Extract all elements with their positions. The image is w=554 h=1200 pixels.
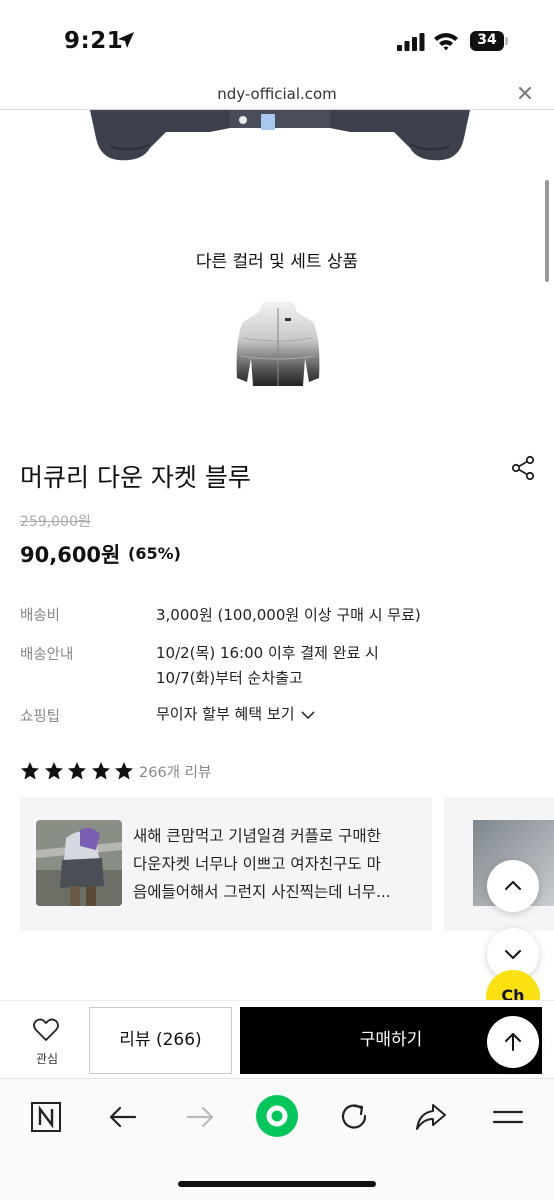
- naver-green-dot-icon[interactable]: [255, 1094, 299, 1138]
- product-title: 머큐리 다운 자켓 블루: [20, 463, 251, 492]
- url-text[interactable]: ndy-official.com: [0, 85, 554, 103]
- status-time: 9:21: [64, 28, 124, 54]
- installment-benefit-link[interactable]: 무이자 할부 혜택 보기: [156, 703, 315, 724]
- review-text: 새해 큰맘먹고 기념일겸 커플로 구매한 다운자켓 너무나 이쁘고 여자친구도 …: [133, 822, 425, 906]
- like-label[interactable]: 관심: [24, 1050, 70, 1067]
- scroll-to-top-button[interactable]: [487, 1016, 539, 1068]
- chevron-down-icon: [300, 710, 315, 719]
- refresh-icon[interactable]: [336, 1099, 372, 1135]
- installment-benefit-text: 무이자 할부 혜택 보기: [156, 705, 295, 723]
- scroll-up-button[interactable]: [487, 860, 539, 912]
- chevron-down-icon: [505, 950, 521, 960]
- star-icon: [91, 762, 110, 780]
- wifi-icon: [434, 33, 458, 51]
- original-price: 259,000원: [20, 514, 91, 530]
- forward-arrow-icon[interactable]: [182, 1099, 218, 1135]
- naver-home-icon[interactable]: [28, 1099, 64, 1135]
- review-count[interactable]: 266개 리뷰: [139, 761, 211, 782]
- review-button[interactable]: 리뷰 (266): [89, 1007, 232, 1074]
- arrow-up-icon: [505, 1033, 521, 1051]
- share-icon[interactable]: [510, 455, 536, 481]
- cellular-signal-icon: [397, 33, 425, 51]
- chevron-up-icon: [505, 880, 521, 890]
- review-photo: [36, 820, 122, 906]
- other-colors-title: 다른 컬러 및 세트 상품: [195, 252, 359, 272]
- home-indicator: [178, 1181, 376, 1187]
- delivery-line-2: 10/7(화)부터 순차출고: [156, 669, 303, 687]
- rating-stars: [20, 761, 138, 781]
- star-icon: [44, 762, 63, 780]
- battery-icon: 34: [470, 31, 508, 51]
- discount-rate: (65%): [128, 544, 181, 563]
- shipping-fee-value: 3,000원 (100,000원 이상 구매 시 무료): [156, 606, 421, 624]
- battery-level: 34: [477, 32, 497, 48]
- star-icon: [21, 762, 39, 780]
- review-text-line: 다운자켓 너무나 이쁘고 여자친구도 마: [133, 855, 381, 873]
- color-variant-thumbnail[interactable]: [233, 298, 323, 390]
- status-bar: 9:21 34: [0, 0, 554, 80]
- review-text-line: 새해 큰맘먹고 기념일겸 커플로 구매한: [133, 827, 381, 845]
- url-bar[interactable]: ndy-official.com: [0, 80, 554, 110]
- star-icon: [115, 762, 133, 780]
- review-text-line: 음에들어해서 그런지 사진찍는데 너무...: [133, 883, 391, 901]
- product-image: [90, 110, 470, 161]
- close-icon[interactable]: [516, 84, 534, 102]
- action-bar: 관심 리뷰 (266) 구매하기: [0, 1000, 554, 1078]
- delivery-label: 배송안내: [20, 647, 74, 663]
- back-arrow-icon[interactable]: [105, 1099, 141, 1135]
- menu-icon[interactable]: [490, 1099, 526, 1135]
- heart-icon[interactable]: [32, 1016, 60, 1044]
- delivery-line-1: 10/2(목) 16:00 이후 결제 완료 시: [156, 644, 379, 662]
- share-arrow-icon[interactable]: [413, 1099, 449, 1135]
- shipping-fee-label: 배송비: [20, 608, 61, 624]
- star-icon: [68, 762, 86, 780]
- location-arrow-icon: [118, 32, 134, 48]
- review-card[interactable]: 새해 큰맘먹고 기념일겸 커플로 구매한 다운자켓 너무나 이쁘고 여자친구도 …: [20, 797, 432, 931]
- sale-price: 90,600원: [20, 543, 121, 567]
- shopping-tip-label: 쇼핑팁: [20, 709, 61, 725]
